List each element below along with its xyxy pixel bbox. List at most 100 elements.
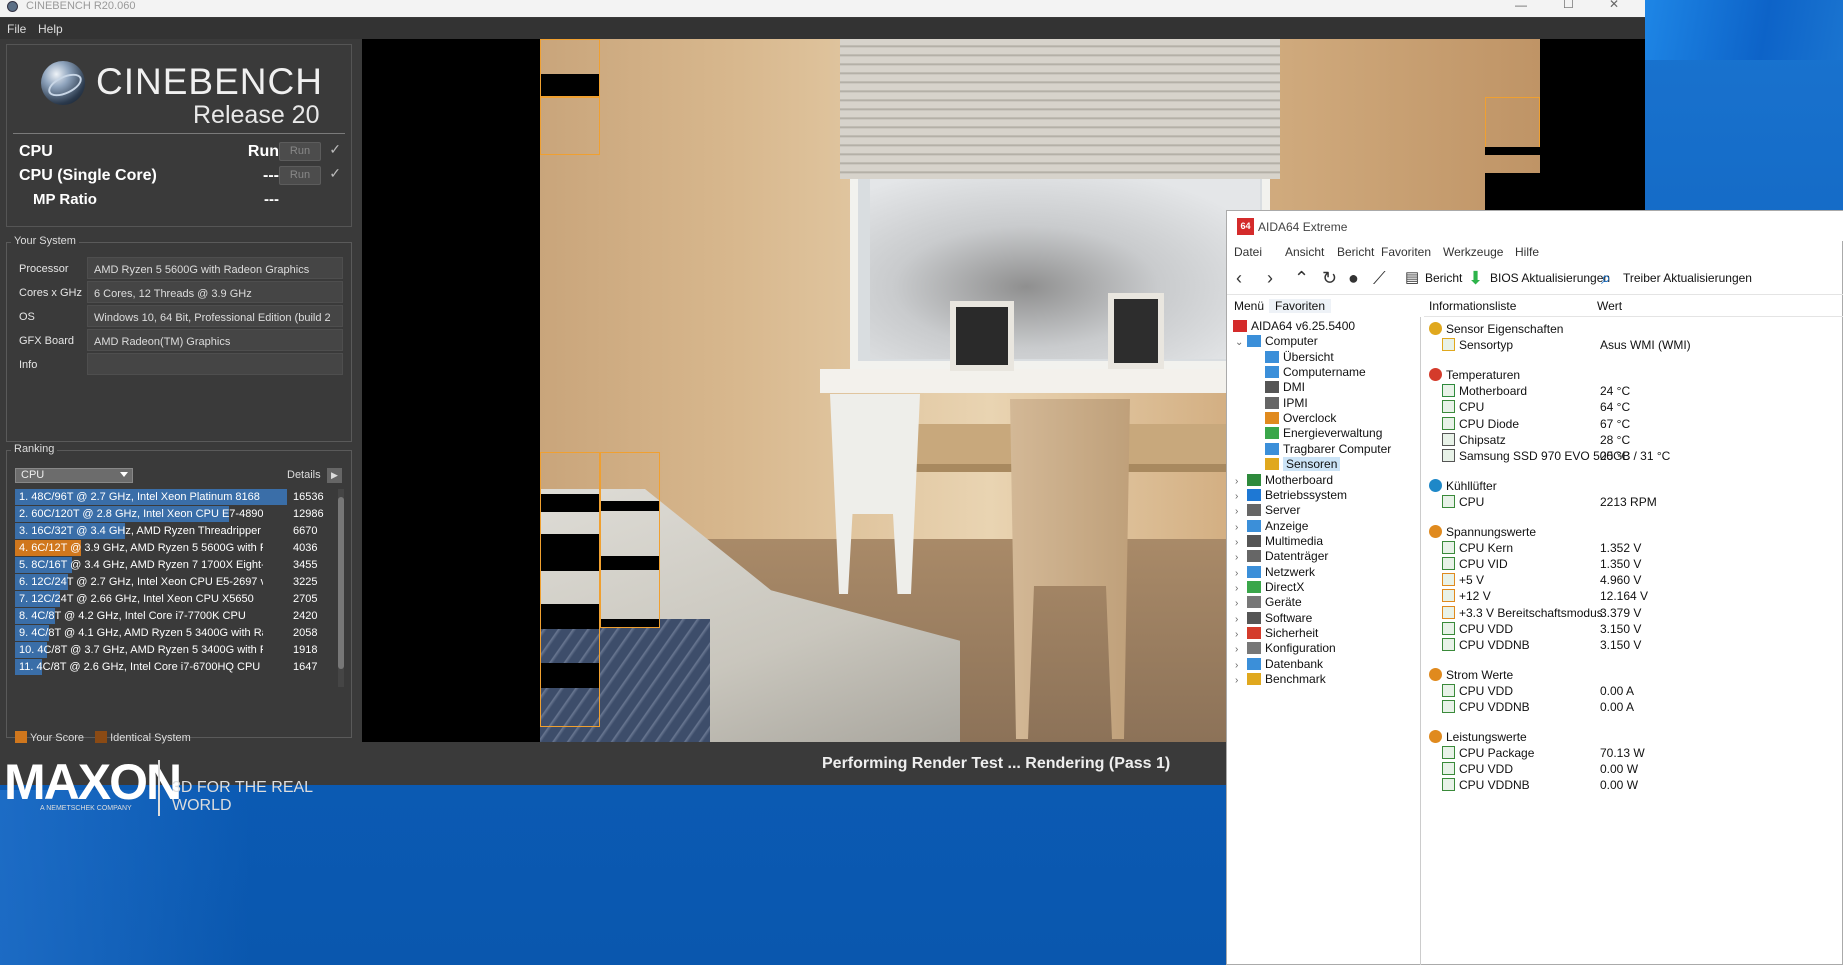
- chevron-down-icon: [120, 472, 128, 477]
- report-icon[interactable]: ▤: [1405, 269, 1419, 287]
- up-icon[interactable]: ⌃: [1294, 269, 1309, 287]
- system-key: Cores x GHz: [19, 287, 82, 299]
- cpu-icon: [1442, 541, 1455, 555]
- ranking-row[interactable]: 9. 4C/8T @ 4.1 GHz, AMD Ryzen 5 3400G wi…: [15, 625, 333, 641]
- close-icon[interactable]: ✕: [1609, 0, 1619, 10]
- software-icon: [1247, 611, 1261, 624]
- sensor-value: 0.00 A: [1600, 700, 1635, 714]
- tab-favoriten[interactable]: Favoriten: [1269, 299, 1332, 313]
- scene-tree: [870, 179, 1260, 359]
- sensor-value: 2213 RPM: [1600, 494, 1657, 509]
- scrollbar-thumb[interactable]: [338, 497, 344, 669]
- tab-menu[interactable]: Menü: [1234, 299, 1264, 313]
- download-icon[interactable]: ⬇: [1468, 269, 1483, 287]
- bios-update-button[interactable]: BIOS Aktualisierungen: [1490, 271, 1610, 285]
- col-info-header[interactable]: Informationsliste: [1429, 299, 1516, 313]
- tree-item-label: Sicherheit: [1265, 626, 1319, 640]
- system-value[interactable]: AMD Radeon(TM) Graphics: [87, 329, 343, 351]
- maximize-icon[interactable]: ☐: [1563, 0, 1574, 10]
- computer-icon: [1247, 335, 1261, 348]
- ranking-row[interactable]: 11. 4C/8T @ 2.6 GHz, Intel Core i7-6700H…: [15, 659, 333, 675]
- ranking-text: 10. 4C/8T @ 3.7 GHz, AMD Ryzen 5 3400G w…: [19, 644, 263, 656]
- voltage-icon: [1429, 525, 1442, 538]
- user-icon[interactable]: ●: [1348, 269, 1359, 287]
- menu-file[interactable]: File: [7, 22, 26, 36]
- checkmark-icon[interactable]: ✓: [329, 165, 341, 182]
- minimize-icon[interactable]: —: [1515, 0, 1527, 11]
- sensor-row[interactable]: Sensortyp Asus WMI (WMI): [1424, 336, 1843, 354]
- report-button[interactable]: Bericht: [1425, 271, 1462, 285]
- chevron-down-icon[interactable]: ⌄: [1235, 334, 1247, 352]
- system-value[interactable]: [87, 353, 343, 375]
- ranking-scrollbar[interactable]: [338, 489, 344, 687]
- ranking-score: 1647: [293, 661, 318, 673]
- database-icon: [1247, 657, 1261, 670]
- ranking-row[interactable]: 2. 60C/120T @ 2.8 GHz, Intel Xeon CPU E7…: [15, 506, 333, 522]
- refresh-icon[interactable]: ↻: [1322, 269, 1337, 287]
- sensor-name-wrap: CPU VDDNB: [1442, 698, 1530, 716]
- col-value-header[interactable]: Wert: [1597, 299, 1622, 313]
- system-value[interactable]: 6 Cores, 12 Threads @ 3.9 GHz: [87, 281, 343, 303]
- menu-ansicht[interactable]: Ansicht: [1285, 245, 1324, 259]
- ranking-select[interactable]: CPU: [15, 468, 133, 483]
- forward-icon[interactable]: ›: [1267, 269, 1273, 287]
- menu-bericht[interactable]: Bericht: [1337, 245, 1374, 259]
- sensor-name: CPU VDDNB: [1459, 700, 1530, 714]
- tree-item-label: Anzeige: [1265, 518, 1309, 533]
- ranking-row[interactable]: 8. 4C/8T @ 4.2 GHz, Intel Core i7-7700K …: [15, 608, 333, 624]
- menu-hilfe[interactable]: Hilfe: [1515, 245, 1539, 259]
- xbox-icon: [1247, 580, 1261, 593]
- sensor-row[interactable]: CPU VDDNB 0.00 A: [1424, 698, 1843, 716]
- cinebench-titlebar[interactable]: CINEBENCH R20.060 — ☐ ✕: [0, 0, 1645, 17]
- chip-icon: [1265, 381, 1279, 394]
- sensor-name: Leistungswerte: [1446, 730, 1527, 745]
- chart-icon[interactable]: ⟋: [1373, 269, 1386, 287]
- search-icon[interactable]: ⌕: [1601, 269, 1611, 287]
- sensor-name: Sensor Eigenschaften: [1446, 322, 1564, 336]
- motherboard-icon: [1247, 473, 1261, 486]
- sensor-row[interactable]: CPU 2213 RPM: [1424, 493, 1843, 511]
- sensor-row[interactable]: Samsung SSD 970 EVO 500GB 25 °C / 31 °C: [1424, 447, 1843, 465]
- menu-werkzeuge[interactable]: Werkzeuge: [1443, 245, 1503, 259]
- cpu-icon: [1442, 762, 1455, 776]
- details-arrow-button[interactable]: ▶: [327, 468, 342, 483]
- ranking-row[interactable]: 5. 8C/16T @ 3.4 GHz, AMD Ryzen 7 1700X E…: [15, 557, 333, 573]
- chip-icon: [1442, 432, 1455, 446]
- render-bucket-active: [540, 452, 600, 727]
- ranking-row[interactable]: 3. 16C/32T @ 3.4 GHz, AMD Ryzen Threadri…: [15, 523, 333, 539]
- ranking-row[interactable]: 10. 4C/8T @ 3.7 GHz, AMD Ryzen 5 3400G w…: [15, 642, 333, 658]
- system-value[interactable]: Windows 10, 64 Bit, Professional Edition…: [87, 305, 343, 327]
- ranking-score: 4036: [293, 542, 318, 554]
- menu-help[interactable]: Help: [38, 22, 63, 36]
- menu-datei[interactable]: Datei: [1234, 245, 1262, 259]
- chevron-right-icon[interactable]: ›: [1235, 672, 1247, 690]
- sensor-icon: [1265, 458, 1279, 471]
- menu-favoriten[interactable]: Favoriten: [1381, 245, 1431, 259]
- ranking-row[interactable]: 4. 6C/12T @ 3.9 GHz, AMD Ryzen 5 5600G w…: [15, 540, 333, 556]
- aida64-tabs: Menü Favoriten: [1227, 295, 1421, 315]
- ranking-row[interactable]: 6. 12C/24T @ 2.7 GHz, Intel Xeon CPU E5-…: [15, 574, 333, 590]
- ranking-row[interactable]: 7. 12C/24T @ 2.66 GHz, Intel Xeon CPU X5…: [15, 591, 333, 607]
- sensor-name: Motherboard: [1459, 384, 1528, 399]
- driver-update-button[interactable]: Treiber Aktualisierungen: [1623, 271, 1752, 285]
- system-key: GFX Board: [19, 335, 75, 347]
- tree-item-label: Konfiguration: [1265, 641, 1336, 656]
- scene-picture-frame: [950, 301, 1014, 371]
- tree-item-benchmark[interactable]: › Benchmark: [1235, 670, 1326, 688]
- sensor-name: Temperaturen: [1446, 368, 1521, 383]
- sensor-name-wrap: CPU: [1442, 493, 1484, 511]
- ranking-select-value: CPU: [21, 469, 45, 481]
- sensor-name: CPU Diode: [1459, 416, 1520, 431]
- cinebench-menubar: File Help: [0, 18, 1645, 39]
- ranking-row[interactable]: 1. 48C/96T @ 2.7 GHz, Intel Xeon Platinu…: [15, 489, 333, 505]
- system-value[interactable]: AMD Ryzen 5 5600G with Radeon Graphics: [87, 257, 343, 279]
- checkmark-icon[interactable]: ✓: [329, 141, 341, 158]
- mp-ratio-label: MP Ratio: [33, 191, 97, 208]
- maxon-name: MAXON: [4, 754, 182, 810]
- aida64-titlebar[interactable]: 64 AIDA64 Extreme: [1227, 211, 1843, 241]
- sensor-row[interactable]: CPU VDDNB 3.150 V: [1424, 636, 1843, 654]
- cpu-single-run-button[interactable]: Run: [279, 166, 321, 185]
- sensor-row[interactable]: CPU VDDNB 0.00 W: [1424, 776, 1843, 794]
- back-icon[interactable]: ‹: [1236, 269, 1242, 287]
- cpu-run-button[interactable]: Run: [279, 142, 321, 161]
